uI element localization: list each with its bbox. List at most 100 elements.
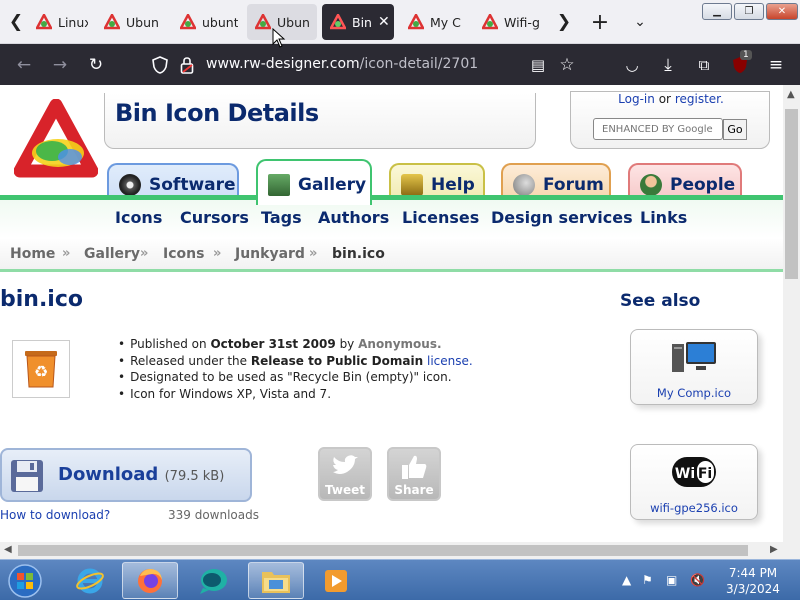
tab-label: Gallery bbox=[298, 175, 367, 195]
shield-icon[interactable] bbox=[152, 56, 168, 74]
network-icon[interactable]: ▣ bbox=[666, 573, 677, 587]
subnav-tags[interactable]: Tags bbox=[261, 208, 302, 227]
extensions-icon[interactable]: ⧉ bbox=[690, 51, 718, 79]
login-link[interactable]: Log-in bbox=[618, 92, 655, 106]
subnav-licenses[interactable]: Licenses bbox=[402, 208, 479, 227]
browser-tab-ubuntu-2[interactable]: ubunt bbox=[172, 4, 238, 40]
tab-label: People bbox=[670, 175, 736, 195]
share-button[interactable]: Share bbox=[387, 447, 441, 501]
breadcrumb-junkyard[interactable]: Junkyard bbox=[235, 246, 305, 262]
search-input[interactable] bbox=[593, 118, 723, 140]
tab-label: Software bbox=[149, 175, 236, 195]
close-window-button[interactable]: ✕ bbox=[766, 3, 798, 20]
start-button[interactable] bbox=[0, 562, 50, 599]
windows-taskbar: ▲ ⚑ ▣ 🔇 7:44 PM 3/3/2024 bbox=[0, 559, 800, 600]
icon-preview: ♻ bbox=[12, 340, 70, 398]
browser-tab-my-comp[interactable]: My C bbox=[400, 4, 468, 40]
restore-button[interactable]: ❐ bbox=[734, 3, 764, 20]
computer-icon bbox=[672, 342, 716, 372]
microphone-icon bbox=[513, 174, 535, 196]
ublock-extension-icon[interactable]: 1 bbox=[726, 50, 754, 79]
vertical-scrollbar[interactable]: ▲ bbox=[783, 85, 800, 543]
browser-tab-wifi[interactable]: Wifi-g bbox=[474, 4, 542, 40]
browser-tab-linux[interactable]: Linux bbox=[28, 4, 88, 40]
show-hidden-icons-button[interactable]: ▲ bbox=[622, 573, 631, 587]
lock-icon[interactable] bbox=[180, 56, 194, 74]
forward-button[interactable]: → bbox=[46, 51, 74, 79]
rw-favicon-icon bbox=[408, 14, 424, 30]
clock-date: 3/3/2024 bbox=[726, 582, 780, 596]
taskbar-firefox[interactable] bbox=[122, 562, 178, 599]
see-also-item-my-comp[interactable]: My Comp.ico bbox=[630, 329, 758, 405]
reload-button[interactable]: ↻ bbox=[82, 51, 110, 79]
url-bar[interactable]: www.rw-designer.com/icon-detail/2701 bbox=[206, 56, 478, 72]
subnav-cursors[interactable]: Cursors bbox=[180, 208, 249, 227]
scroll-right-arrow-icon[interactable]: ▶ bbox=[770, 544, 778, 555]
subnav-authors[interactable]: Authors bbox=[318, 208, 389, 227]
reader-view-icon[interactable]: ▤ bbox=[524, 51, 552, 79]
menu-hamburger-icon[interactable]: ≡ bbox=[762, 51, 790, 79]
browser-tab-ubuntu-1[interactable]: Ubun bbox=[96, 4, 162, 40]
icon-filename-heading: bin.ico bbox=[0, 287, 84, 312]
breadcrumb-icons[interactable]: Icons bbox=[163, 246, 204, 262]
page-title: Bin Icon Details bbox=[115, 99, 319, 127]
tab-label: Help bbox=[431, 175, 475, 195]
info-published: Published on October 31st 2009 by Anonym… bbox=[118, 336, 473, 353]
easel-icon bbox=[268, 174, 290, 196]
url-path: /icon-detail/2701 bbox=[359, 56, 479, 72]
tweet-label: Tweet bbox=[325, 483, 365, 497]
new-tab-button[interactable]: + bbox=[586, 8, 614, 36]
back-button[interactable]: ← bbox=[10, 51, 38, 79]
scroll-left-arrow-icon[interactable]: ◀ bbox=[4, 544, 12, 555]
folder-icon bbox=[262, 571, 290, 593]
volume-muted-icon[interactable]: 🔇 bbox=[690, 573, 705, 587]
tab-title: Wifi-g bbox=[504, 14, 540, 30]
taskbar-chat-app[interactable] bbox=[185, 562, 241, 599]
tab-scroll-right-button[interactable]: ❯ bbox=[550, 8, 578, 36]
media-player-icon bbox=[325, 569, 347, 592]
tab-gallery[interactable]: Gallery bbox=[256, 159, 372, 205]
mouse-cursor-icon bbox=[272, 28, 286, 48]
tab-title: Ubun bbox=[126, 14, 159, 30]
login-row: Log-in or register. bbox=[571, 92, 771, 106]
icon-info-list: Published on October 31st 2009 by Anonym… bbox=[118, 336, 473, 402]
subnav-links[interactable]: Links bbox=[640, 208, 687, 227]
subnav-design-services[interactable]: Design services bbox=[491, 208, 633, 227]
vertical-scroll-thumb[interactable] bbox=[785, 109, 798, 279]
pocket-icon[interactable]: ◡ bbox=[618, 51, 646, 79]
tab-close-icon[interactable]: ✕ bbox=[378, 14, 390, 30]
subnav-icons[interactable]: Icons bbox=[115, 208, 162, 227]
download-button[interactable]: Download (79.5 kB) bbox=[0, 448, 252, 502]
svg-text:♻: ♻ bbox=[34, 362, 48, 381]
minimize-button[interactable]: ▁ bbox=[702, 3, 732, 20]
horizontal-scroll-thumb[interactable] bbox=[18, 545, 748, 556]
taskbar-clock[interactable]: 7:44 PM 3/3/2024 bbox=[718, 565, 788, 597]
bookmark-star-icon[interactable]: ☆ bbox=[553, 51, 581, 79]
tab-label: Forum bbox=[543, 175, 604, 195]
tweet-button[interactable]: Tweet bbox=[318, 447, 372, 501]
url-domain: www.rw-designer.com bbox=[206, 56, 360, 72]
browser-tab-bin-active[interactable]: Bin ✕ bbox=[322, 4, 394, 40]
gallery-subnav: Icons Cursors Tags Authors Licenses Desi… bbox=[0, 200, 783, 238]
breadcrumb-home[interactable]: Home bbox=[10, 246, 55, 262]
list-all-tabs-button[interactable]: ⌄ bbox=[626, 8, 654, 36]
scroll-up-arrow-icon[interactable]: ▲ bbox=[787, 89, 795, 100]
download-label: Download (79.5 kB) bbox=[58, 464, 225, 485]
horizontal-scrollbar[interactable]: ◀ ▶ bbox=[0, 542, 800, 559]
breadcrumb-gallery[interactable]: Gallery bbox=[84, 246, 140, 262]
rw-designer-logo[interactable] bbox=[14, 99, 98, 183]
rw-favicon-icon bbox=[104, 14, 120, 30]
taskbar-file-explorer[interactable] bbox=[248, 562, 304, 599]
author-name: Anonymous. bbox=[358, 337, 442, 351]
taskbar-media-player[interactable] bbox=[308, 562, 364, 599]
license-link[interactable]: license. bbox=[427, 354, 473, 368]
tab-scroll-left-button[interactable]: ❮ bbox=[2, 8, 30, 36]
search-go-button[interactable]: Go bbox=[723, 119, 747, 140]
how-to-download-link[interactable]: How to download? bbox=[0, 508, 110, 522]
taskbar-internet-explorer[interactable] bbox=[62, 562, 118, 599]
downloads-icon[interactable]: ⤓ bbox=[654, 51, 682, 79]
extension-badge: 1 bbox=[740, 50, 752, 60]
register-link[interactable]: register. bbox=[675, 92, 724, 106]
see-also-item-wifi[interactable]: Wi Fi wifi-gpe256.ico bbox=[630, 444, 758, 520]
action-center-flag-icon[interactable]: ⚑ bbox=[642, 573, 653, 587]
